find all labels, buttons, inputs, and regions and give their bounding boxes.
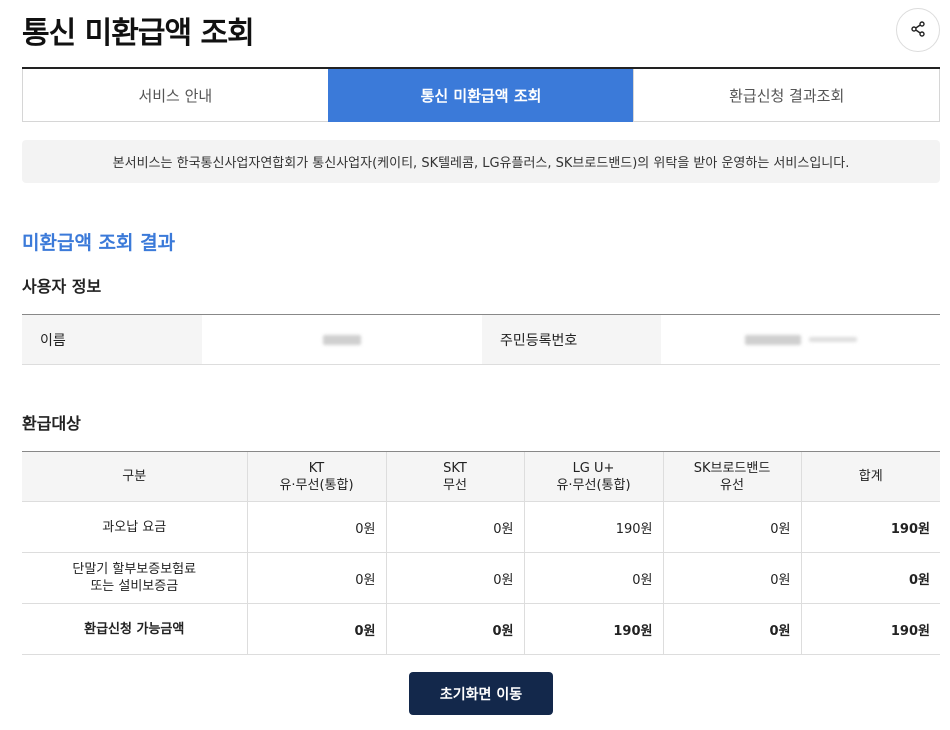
masked-id-front (744, 334, 801, 345)
header-kt: KT 유·무선(통합) (246, 451, 386, 502)
tab-bar: 서비스 안내 통신 미환급액 조회 환급신청 결과조회 (22, 67, 941, 122)
table-cell: 0원 (385, 603, 524, 655)
header-category: 구분 (22, 451, 247, 502)
name-label: 이름 (22, 315, 202, 364)
share-button[interactable] (896, 8, 940, 52)
masked-id-back (808, 337, 857, 342)
id-value (661, 315, 940, 364)
tab-refund-result[interactable]: 환급신청 결과조회 (633, 69, 941, 122)
masked-name (323, 334, 361, 345)
table-cell: 0원 (246, 501, 386, 553)
user-info-table: 이름 주민등록번호 (22, 314, 940, 365)
table-cell: 0원 (662, 501, 801, 553)
row-label: 단말기 할부보증보험료 또는 설비보증금 (22, 552, 247, 604)
name-value (202, 315, 482, 364)
table-cell: 190원 (523, 603, 663, 655)
service-notice: 본서비스는 한국통신사업자연합회가 통신사업자(케이티, SK텔레콤, LG유플… (22, 140, 940, 183)
result-section-title: 미환급액 조회 결과 (22, 232, 176, 254)
table-cell-total: 0원 (800, 552, 940, 604)
table-cell: 0원 (246, 603, 386, 655)
row-label: 과오납 요금 (22, 501, 247, 553)
table-cell: 0원 (385, 552, 524, 604)
table-row-total: 환급신청 가능금액 0원 0원 190원 0원 190원 (22, 603, 940, 655)
refund-table: 구분 KT 유·무선(통합) SKT 무선 LG U+ 유·무선(통합) SK브로드밴… (22, 451, 940, 655)
header-total: 합계 (800, 451, 940, 502)
table-row: 과오납 요금 0원 0원 190원 0원 190원 (22, 501, 940, 553)
table-cell: 0원 (385, 501, 524, 553)
table-cell: 190원 (523, 501, 663, 553)
row-label: 환급신청 가능금액 (22, 603, 247, 655)
header-lgu: LG U+ 유·무선(통합) (523, 451, 663, 502)
table-header-row: 구분 KT 유·무선(통합) SKT 무선 LG U+ 유·무선(통합) SK브로드밴… (22, 451, 940, 502)
table-row: 단말기 할부보증보험료 또는 설비보증금 0원 0원 0원 0원 0원 (22, 552, 940, 604)
table-cell: 0원 (662, 552, 801, 604)
tab-service-guide[interactable]: 서비스 안내 (22, 69, 328, 122)
share-icon (910, 20, 926, 40)
header-skt: SKT 무선 (385, 451, 524, 502)
tab-refund-lookup[interactable]: 통신 미환급액 조회 (327, 69, 634, 122)
table-cell-total: 190원 (800, 603, 940, 655)
page-title: 통신 미환급액 조회 (22, 16, 255, 51)
table-cell: 0원 (523, 552, 663, 604)
id-label: 주민등록번호 (482, 315, 661, 364)
user-info-title: 사용자 정보 (22, 277, 102, 296)
table-cell-total: 190원 (800, 501, 940, 553)
table-cell: 0원 (662, 603, 801, 655)
header-skb: SK브로드밴드 유선 (662, 451, 801, 502)
go-home-button[interactable]: 초기화면 이동 (409, 672, 553, 715)
refund-target-title: 환급대상 (22, 414, 81, 433)
table-cell: 0원 (246, 552, 386, 604)
